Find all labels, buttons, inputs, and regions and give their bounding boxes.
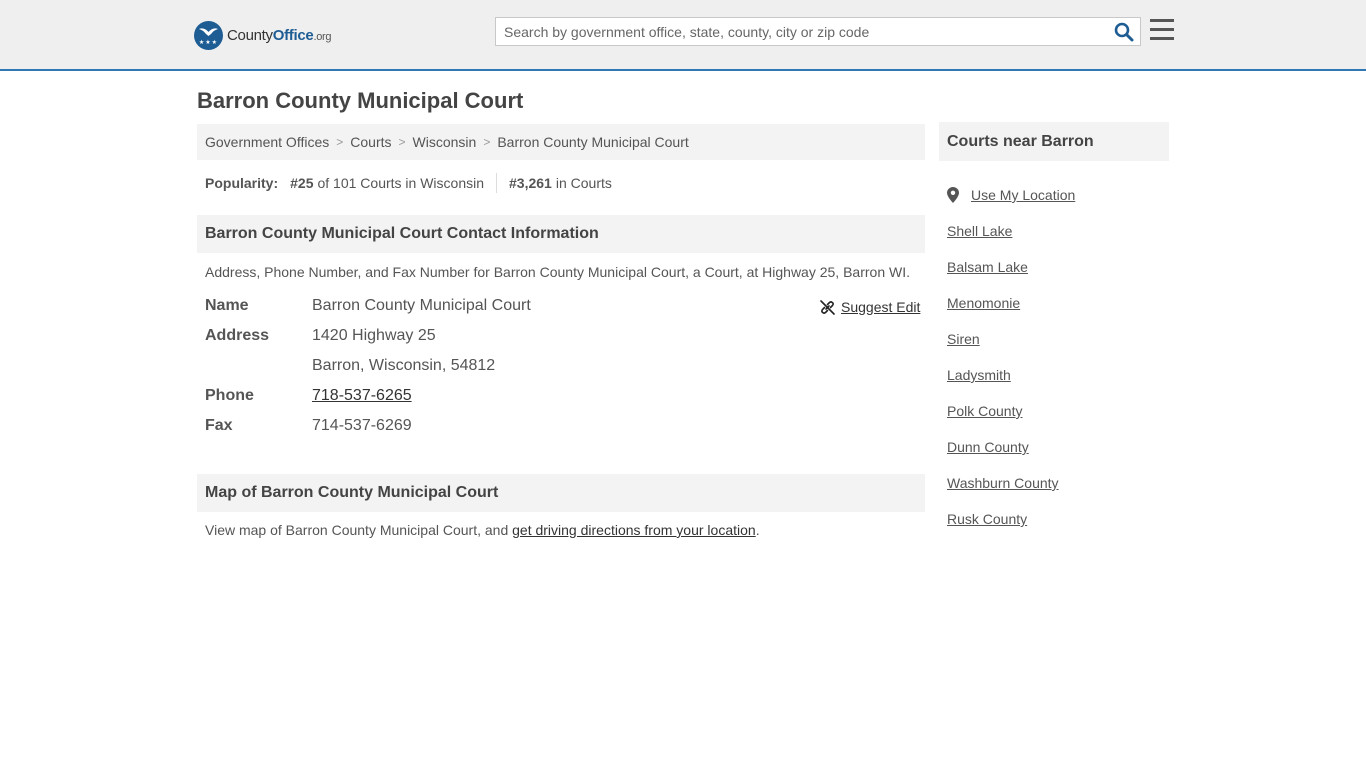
breadcrumb: Government Offices > Courts > Wisconsin … — [197, 124, 925, 160]
map-description: View map of Barron County Municipal Cour… — [205, 522, 760, 538]
page-title: Barron County Municipal Court — [197, 88, 524, 113]
location-pin-icon — [947, 187, 959, 203]
name-value: Barron County Municipal Court — [312, 297, 531, 314]
state-rank-text: of 101 Courts in Wisconsin — [317, 175, 485, 191]
sidebar-heading: Courts near Barron — [939, 122, 1169, 161]
map-desc-prefix: View map of Barron County Municipal Cour… — [205, 522, 513, 538]
search-input[interactable] — [496, 18, 1106, 45]
contact-heading: Barron County Municipal Court Contact In… — [197, 215, 925, 253]
driving-directions-link[interactable]: get driving directions from your locatio… — [512, 522, 756, 538]
address-line2: Barron, Wisconsin, 54812 — [312, 357, 496, 374]
info-row-address: Address 1420 Highway 25 — [205, 321, 436, 351]
nearby-courts-list: Use My Location Shell Lake Balsam Lake M… — [947, 177, 1075, 537]
popularity-stats: Popularity: #25 of 101 Courts in Wiscons… — [205, 173, 612, 193]
national-rank: #3,261 — [509, 175, 552, 191]
address-line1: 1420 Highway 25 — [312, 327, 436, 344]
popularity-label: Popularity: — [205, 175, 279, 191]
state-rank: #25 — [290, 175, 314, 191]
sidebar-item-polk-county[interactable]: Polk County — [947, 403, 1022, 419]
sidebar-item-ladysmith[interactable]: Ladysmith — [947, 367, 1011, 383]
eagle-seal-icon: ★★★ — [194, 20, 223, 50]
info-row-address-2: Barron, Wisconsin, 54812 — [205, 351, 495, 381]
search-bar — [495, 17, 1141, 46]
search-icon[interactable] — [1114, 22, 1134, 42]
info-row-phone: Phone 718-537-6265 — [205, 381, 412, 411]
sidebar-item-dunn-county[interactable]: Dunn County — [947, 439, 1029, 455]
sidebar-item-siren[interactable]: Siren — [947, 331, 980, 347]
breadcrumb-courts[interactable]: Courts — [350, 134, 391, 150]
breadcrumb-government-offices[interactable]: Government Offices — [205, 134, 329, 150]
hamburger-menu-icon[interactable] — [1150, 19, 1174, 41]
use-location-item: Use My Location — [947, 177, 1075, 213]
map-desc-suffix: . — [755, 522, 760, 538]
breadcrumb-separator: > — [398, 135, 406, 149]
breadcrumb-separator: > — [336, 135, 344, 149]
fax-value: 714-537-6269 — [312, 417, 412, 434]
suggest-edit[interactable]: Suggest Edit — [820, 297, 920, 317]
info-row-fax: Fax 714-537-6269 — [205, 411, 412, 441]
logo-wordmark: CountyOffice.org — [227, 26, 332, 44]
sidebar-item-balsam-lake[interactable]: Balsam Lake — [947, 259, 1028, 275]
sidebar-item-shell-lake[interactable]: Shell Lake — [947, 223, 1012, 239]
use-my-location-link[interactable]: Use My Location — [971, 187, 1075, 203]
sidebar-item-rusk-county[interactable]: Rusk County — [947, 511, 1027, 527]
list-item: Siren — [947, 321, 1075, 357]
map-heading: Map of Barron County Municipal Court — [197, 474, 925, 512]
broken-link-icon — [820, 299, 835, 315]
site-logo[interactable]: ★★★ CountyOffice.org — [194, 20, 332, 50]
list-item: Balsam Lake — [947, 249, 1075, 285]
breadcrumb-separator: > — [483, 135, 491, 149]
name-label: Name — [205, 297, 249, 314]
breadcrumb-current: Barron County Municipal Court — [497, 134, 689, 150]
list-item: Rusk County — [947, 501, 1075, 537]
list-item: Dunn County — [947, 429, 1075, 465]
sidebar-item-menomonie[interactable]: Menomonie — [947, 295, 1020, 311]
site-header: ★★★ CountyOffice.org — [0, 0, 1366, 71]
list-item: Washburn County — [947, 465, 1075, 501]
info-row-name: Name Barron County Municipal Court — [205, 291, 531, 321]
phone-label: Phone — [205, 387, 254, 404]
address-label: Address — [205, 327, 270, 344]
divider — [496, 173, 498, 193]
phone-link[interactable]: 718-537-6265 — [312, 387, 412, 405]
fax-label: Fax — [205, 417, 233, 434]
list-item: Menomonie — [947, 285, 1075, 321]
breadcrumb-wisconsin[interactable]: Wisconsin — [413, 134, 477, 150]
list-item: Polk County — [947, 393, 1075, 429]
contact-description: Address, Phone Number, and Fax Number fo… — [205, 264, 910, 280]
national-rank-text: in Courts — [555, 175, 612, 191]
list-item: Ladysmith — [947, 357, 1075, 393]
sidebar-item-washburn-county[interactable]: Washburn County — [947, 475, 1059, 491]
suggest-edit-link[interactable]: Suggest Edit — [841, 299, 920, 315]
list-item: Shell Lake — [947, 213, 1075, 249]
